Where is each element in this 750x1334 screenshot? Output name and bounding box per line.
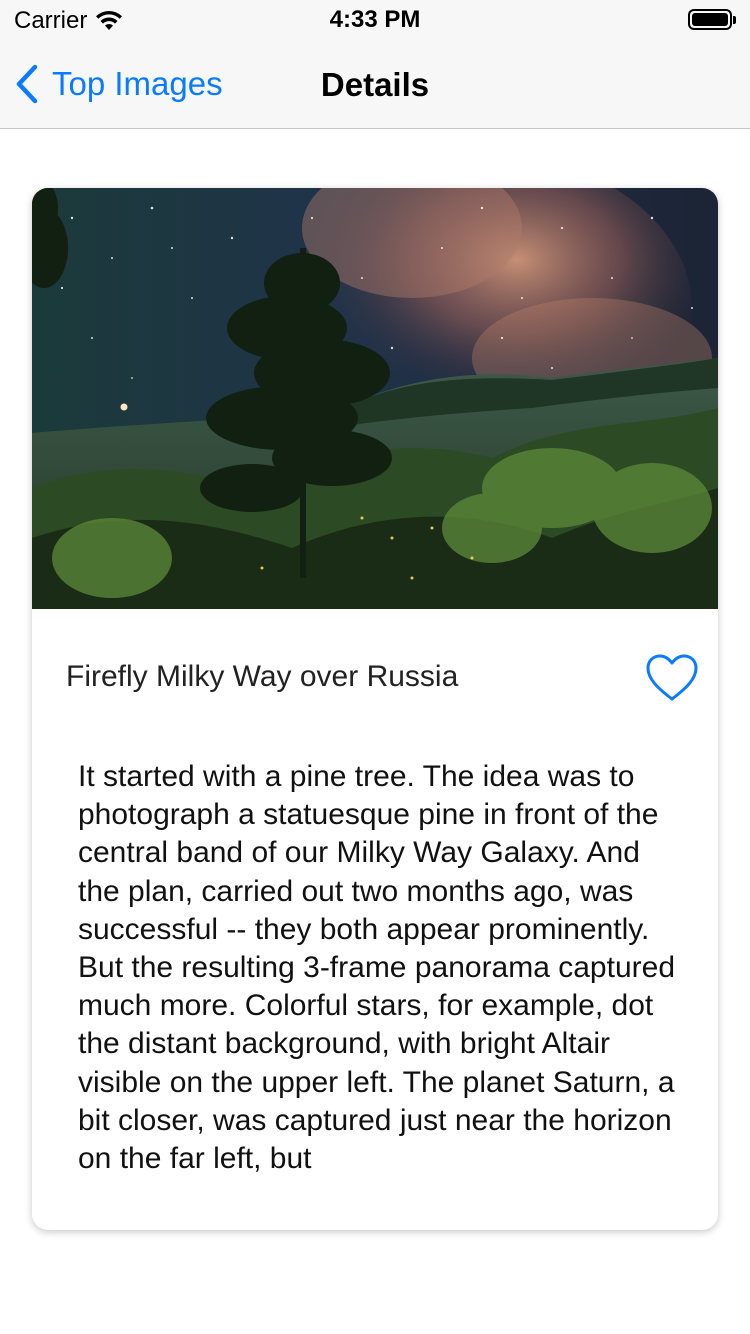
page-title: Details <box>320 66 430 103</box>
navigation-bar: Top Images Details <box>0 40 750 129</box>
photo-title: Firefly Milky Way over Russia <box>66 660 459 693</box>
title-row: Firefly Milky Way over Russia <box>66 650 698 706</box>
status-bar: Carrier 4:33 PM <box>0 0 750 40</box>
photo <box>32 188 718 609</box>
image-detail-card: Firefly Milky Way over Russia It started… <box>32 188 718 1230</box>
photo-description: It started with a pine tree. The idea wa… <box>78 760 675 1176</box>
status-time: 4:33 PM <box>329 6 421 33</box>
battery-icon <box>688 9 736 30</box>
heart-outline-icon <box>646 654 698 701</box>
description-scroll-area[interactable]: It started with a pine tree. The idea wa… <box>78 758 678 1192</box>
favorite-button[interactable] <box>644 652 700 704</box>
